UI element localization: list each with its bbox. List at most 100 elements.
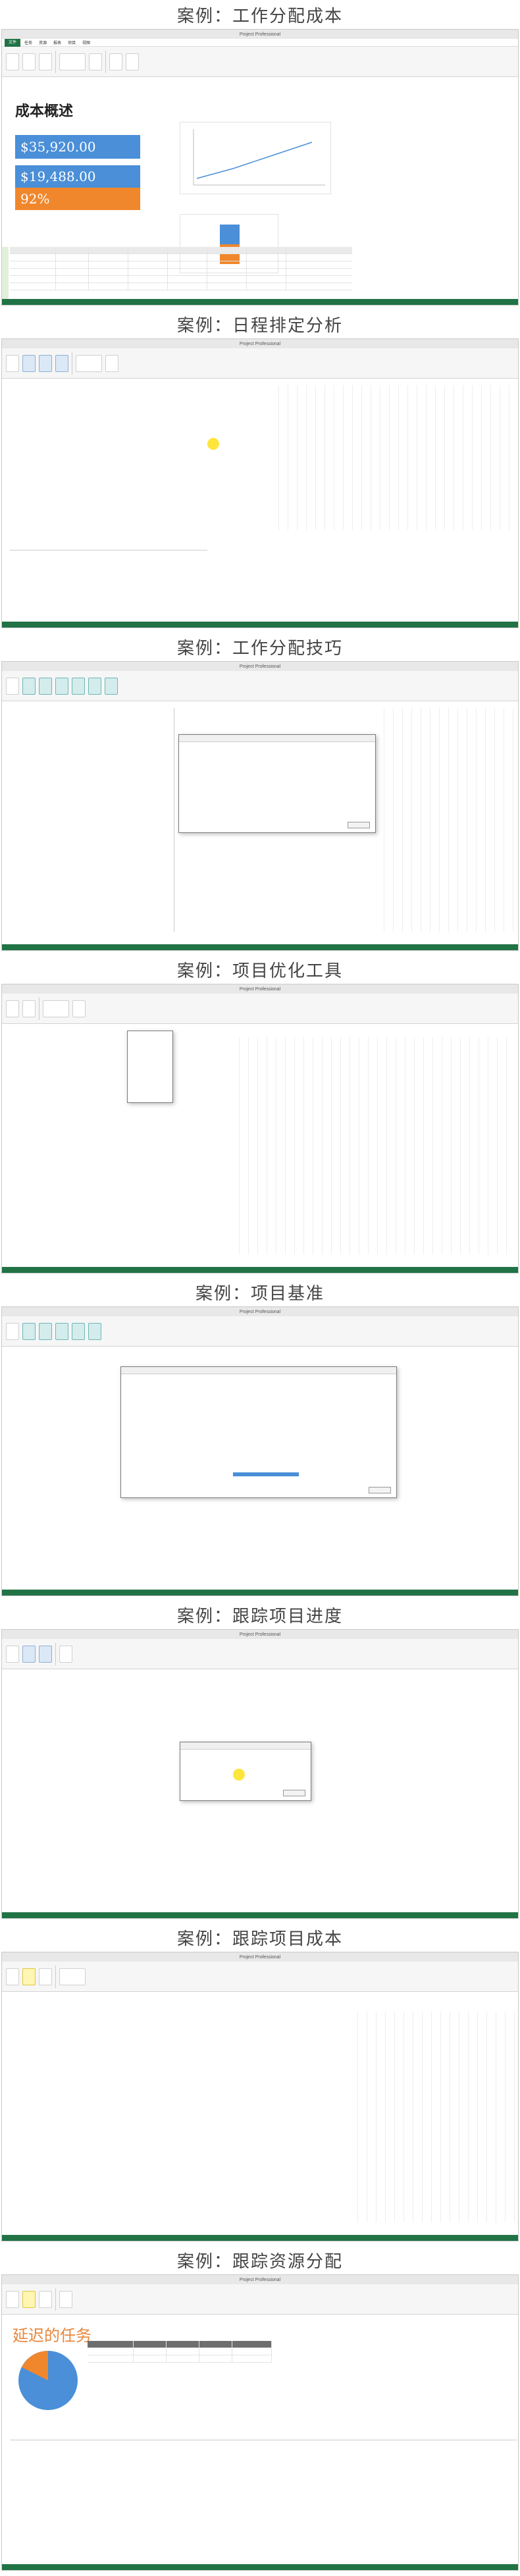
tab-report[interactable]: 报表 [53,40,61,45]
ribbon-button[interactable] [88,677,101,695]
ribbon [2,348,518,379]
table-row[interactable] [88,2348,272,2355]
ribbon-button[interactable] [22,2290,36,2308]
table-row[interactable] [10,261,352,269]
table-row[interactable] [10,254,352,261]
bar-style-preview [233,1472,299,1476]
table-row[interactable] [88,2355,272,2363]
ribbon-button[interactable] [109,53,122,70]
ok-button[interactable] [348,822,370,828]
tab-file[interactable]: 文件 [5,38,21,47]
ribbon-button[interactable] [72,1000,86,1017]
resource-form[interactable] [10,2440,517,2552]
ribbon-button[interactable] [88,1322,101,1340]
tutorial-collage: 案例：工作分配成本 Project Professional 文件 任务 资源 … [0,0,520,2576]
ribbon-button[interactable] [39,677,52,695]
ribbon-button[interactable] [6,677,19,695]
ribbon [2,671,518,701]
table-row[interactable] [10,269,352,276]
ribbon-button[interactable] [39,2290,52,2308]
cost-table[interactable] [10,2012,142,2143]
title-bar: Project Professional [2,339,518,348]
line-chart-svg [193,129,325,186]
ribbon-button[interactable] [105,354,118,372]
ribbon-button[interactable] [6,1322,19,1340]
late-task-table [88,2341,272,2363]
ribbon-button[interactable] [22,677,36,695]
app-window: Project Professional [1,1306,519,1596]
ribbon-button[interactable] [22,1322,36,1340]
ribbon-button[interactable] [39,53,52,70]
ribbon-button[interactable] [55,1322,68,1340]
window-title: Project Professional [239,32,281,37]
ribbon-button[interactable] [39,1645,52,1663]
dropdown-menu[interactable] [127,1031,173,1103]
resource-usage-grid[interactable] [239,1037,515,1254]
title-bar: Project Professional [2,662,518,671]
section-title: 案例：跟踪资源分配 [176,2251,343,2272]
ribbon [2,47,518,77]
ribbon-button[interactable] [6,53,19,70]
gantt-chart[interactable] [384,708,515,932]
ribbon [2,1316,518,1347]
section-title: 案例：日程排定分析 [176,315,343,336]
ribbon-button[interactable] [6,1968,19,1985]
tab-resource[interactable]: 资源 [39,40,47,45]
ribbon-button[interactable] [6,354,19,372]
report-heading: 延迟的任务 [13,2326,91,2345]
tab-project[interactable]: 项目 [68,40,76,45]
ribbon-button[interactable] [105,677,118,695]
ribbon-button[interactable] [59,53,86,70]
ribbon-button[interactable] [76,354,102,372]
ribbon-tabs: 文件 任务 资源 报表 项目 视图 [2,38,518,47]
table-header [88,2341,272,2348]
kpi-percent-complete: 92% [15,188,140,210]
ribbon-button[interactable] [6,1645,19,1663]
ribbon-button[interactable] [6,1000,19,1017]
task-sheet[interactable] [10,708,174,932]
ribbon-button[interactable] [39,1968,52,1985]
task-info-dialog [178,734,376,833]
ribbon-button[interactable] [59,2290,72,2308]
section-baseline: 案例：项目基准 Project Professional [0,1277,520,1596]
ribbon-button[interactable] [59,1968,86,1985]
cost-usage-grid[interactable] [357,2012,515,2222]
table-row[interactable] [10,276,352,283]
ok-button[interactable] [369,1487,391,1493]
ribbon-button[interactable] [59,1645,72,1663]
ribbon-button[interactable] [72,677,85,695]
app-window: Project Professional [1,1952,519,2241]
tab-task[interactable]: 任务 [24,40,32,45]
ribbon-button[interactable] [6,2290,19,2308]
dialog-header [180,1742,311,1750]
ribbon-button[interactable] [89,53,102,70]
ribbon-button[interactable] [22,1968,36,1985]
dialog-header [179,735,375,742]
tab-view[interactable]: 视图 [82,40,90,45]
ribbon-button[interactable] [55,354,68,372]
ribbon-button[interactable] [22,1000,36,1017]
window-title: Project Professional [239,1954,281,1960]
section-title: 案例：跟踪项目成本 [176,1929,343,1949]
title-bar: Project Professional [2,1952,518,1962]
ribbon-button[interactable] [55,677,68,695]
report-heading: 成本概述 [15,103,74,120]
ribbon-button[interactable] [39,1322,52,1340]
divider [55,1642,56,1665]
ribbon-button[interactable] [22,1645,36,1663]
ribbon-button[interactable] [22,354,36,372]
ribbon-button[interactable] [39,354,52,372]
divider [55,50,56,73]
title-bar: Project Professional [2,1307,518,1316]
ribbon-button[interactable] [22,53,36,70]
pie-chart [18,2351,78,2410]
ribbon-button[interactable] [126,53,139,70]
ribbon-button[interactable] [72,1322,85,1340]
gantt-chart[interactable] [278,385,515,530]
ribbon [2,1639,518,1669]
status-bar [2,299,518,305]
ok-button[interactable] [283,1790,305,1796]
table-row[interactable] [10,283,352,290]
ribbon-button[interactable] [43,1000,69,1017]
section-track-resources: 案例：跟踪资源分配 Project Professional 延迟的任务 [0,2245,520,2571]
